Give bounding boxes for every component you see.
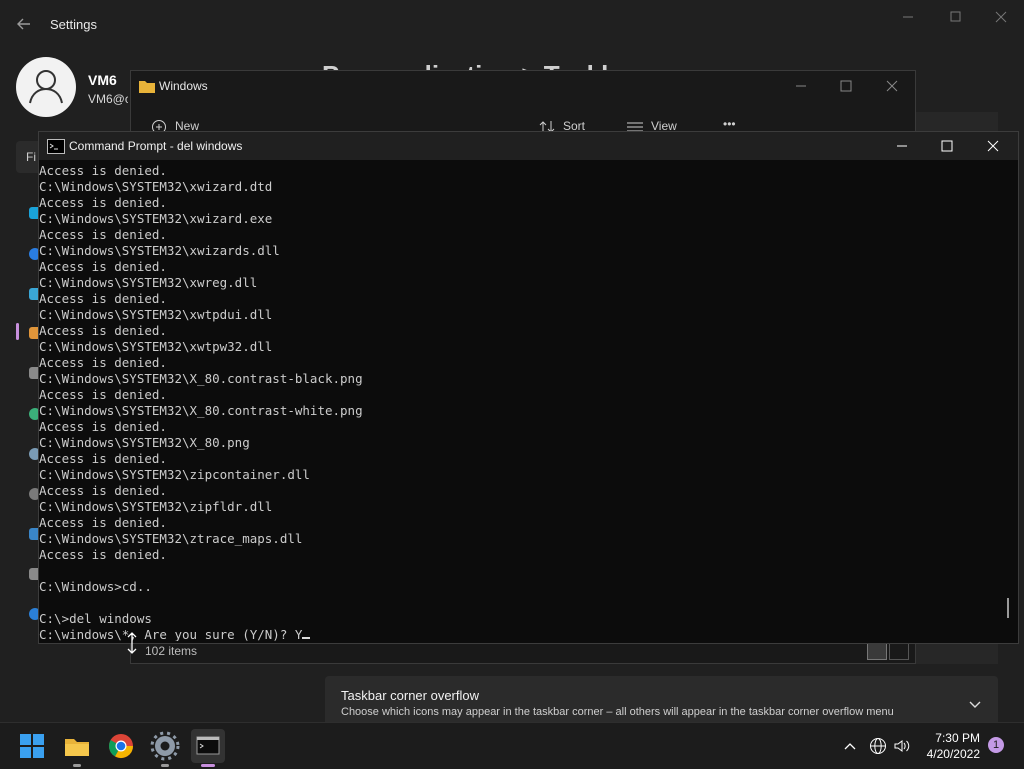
item-count-status: 102 items bbox=[145, 644, 198, 658]
explorer-close-button[interactable] bbox=[877, 75, 907, 97]
terminal-active-indicator bbox=[201, 764, 215, 767]
user-email: VM6@c bbox=[88, 92, 128, 106]
user-name: VM6 bbox=[88, 72, 117, 88]
chrome-icon[interactable] bbox=[104, 729, 138, 763]
start-button[interactable] bbox=[15, 729, 49, 763]
cmd-minimize-button[interactable] bbox=[887, 135, 917, 157]
command-prompt-icon bbox=[47, 139, 65, 154]
settings-title: Settings bbox=[50, 17, 97, 32]
close-button[interactable] bbox=[986, 6, 1016, 28]
tiles-view-button[interactable] bbox=[889, 642, 909, 660]
back-arrow-icon[interactable] bbox=[14, 14, 34, 34]
volume-icon[interactable] bbox=[893, 737, 911, 755]
explorer-maximize-button[interactable] bbox=[831, 75, 861, 97]
chevron-down-icon[interactable] bbox=[967, 696, 983, 712]
clock-date[interactable]: 4/20/2022 bbox=[920, 747, 980, 761]
cmd-maximize-button[interactable] bbox=[932, 135, 962, 157]
folder-icon bbox=[139, 79, 155, 93]
maximize-button[interactable] bbox=[940, 6, 970, 28]
corner-overflow-description: Choose which icons may appear in the tas… bbox=[341, 706, 894, 718]
explorer-title: Windows bbox=[159, 79, 208, 93]
clock-time[interactable]: 7:30 PM bbox=[920, 731, 980, 745]
taskbar: 7:30 PM 4/20/2022 1 bbox=[0, 722, 1024, 769]
resize-cursor-icon bbox=[127, 632, 137, 654]
settings-running-indicator bbox=[161, 764, 169, 767]
nav-active-indicator bbox=[16, 323, 19, 340]
details-view-button[interactable] bbox=[867, 642, 887, 660]
more-options-button[interactable]: ••• bbox=[723, 117, 736, 131]
console-output[interactable]: Access is denied. C:\Windows\SYSTEM32\xw… bbox=[39, 163, 997, 641]
console-cursor bbox=[302, 637, 311, 639]
minimize-button[interactable] bbox=[893, 6, 923, 28]
corner-overflow-title: Taskbar corner overflow bbox=[341, 688, 479, 703]
notification-badge[interactable]: 1 bbox=[988, 737, 1004, 753]
file-explorer-running-indicator bbox=[73, 764, 81, 767]
console-scrollbar[interactable] bbox=[1007, 598, 1009, 618]
console-history: Access is denied. C:\Windows\SYSTEM32\xw… bbox=[39, 163, 363, 626]
file-explorer-icon[interactable] bbox=[60, 729, 94, 763]
command-prompt-window: Command Prompt - del windows Access is d… bbox=[38, 131, 1019, 654]
terminal-icon[interactable] bbox=[191, 729, 225, 763]
settings-icon[interactable] bbox=[148, 729, 182, 763]
language-globe-icon[interactable] bbox=[869, 737, 887, 755]
show-hidden-icons-chevron-icon[interactable] bbox=[842, 738, 858, 754]
console-prompt-line: C:\windows\*, Are you sure (Y/N)? Y bbox=[39, 627, 303, 641]
cmd-window-title: Command Prompt - del windows bbox=[69, 139, 243, 153]
explorer-minimize-button[interactable] bbox=[786, 75, 816, 97]
avatar[interactable] bbox=[16, 57, 76, 117]
cmd-close-button[interactable] bbox=[978, 135, 1008, 157]
